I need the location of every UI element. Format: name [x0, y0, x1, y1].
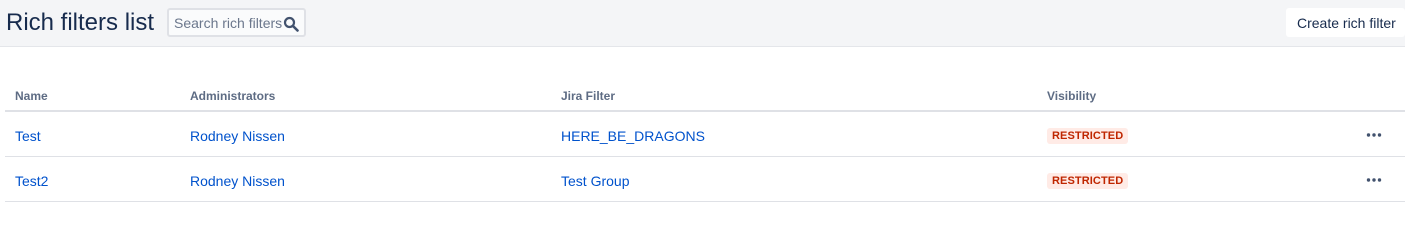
page-title: Rich filters list: [6, 9, 155, 36]
visibility-badge: RESTRICTED: [1047, 128, 1129, 144]
filter-name-link[interactable]: Test: [15, 128, 41, 144]
column-header-jira-filter[interactable]: Jira Filter: [561, 89, 615, 103]
more-actions-button[interactable]: [1362, 169, 1386, 191]
search-icon[interactable]: [283, 16, 299, 32]
more-icon: [1366, 133, 1382, 137]
search-box[interactable]: [167, 8, 306, 37]
more-icon: [1366, 178, 1382, 182]
column-header-administrators[interactable]: Administrators: [190, 89, 275, 103]
administrator-link[interactable]: Rodney Nissen: [190, 128, 285, 144]
administrator-link[interactable]: Rodney Nissen: [190, 173, 285, 189]
column-header-visibility[interactable]: Visibility: [1047, 89, 1096, 103]
more-actions-button[interactable]: [1362, 124, 1386, 146]
rich-filters-table: Name Administrators Jira Filter Visibili…: [5, 78, 1405, 202]
filter-name-link[interactable]: Test2: [15, 173, 48, 189]
column-header-name[interactable]: Name: [15, 89, 48, 103]
jira-filter-link[interactable]: Test Group: [561, 173, 629, 189]
jira-filter-link[interactable]: HERE_BE_DRAGONS: [561, 128, 705, 144]
table-header: Name Administrators Jira Filter Visibili…: [5, 78, 1405, 112]
search-input[interactable]: [174, 14, 286, 32]
table-row: Test Rodney Nissen HERE_BE_DRAGONS RESTR…: [5, 112, 1405, 157]
create-rich-filter-button[interactable]: Create rich filter: [1286, 8, 1405, 37]
table-row: Test2 Rodney Nissen Test Group RESTRICTE…: [5, 157, 1405, 202]
visibility-badge: RESTRICTED: [1047, 173, 1129, 189]
page-header: Rich filters list Create rich filter: [0, 0, 1405, 47]
